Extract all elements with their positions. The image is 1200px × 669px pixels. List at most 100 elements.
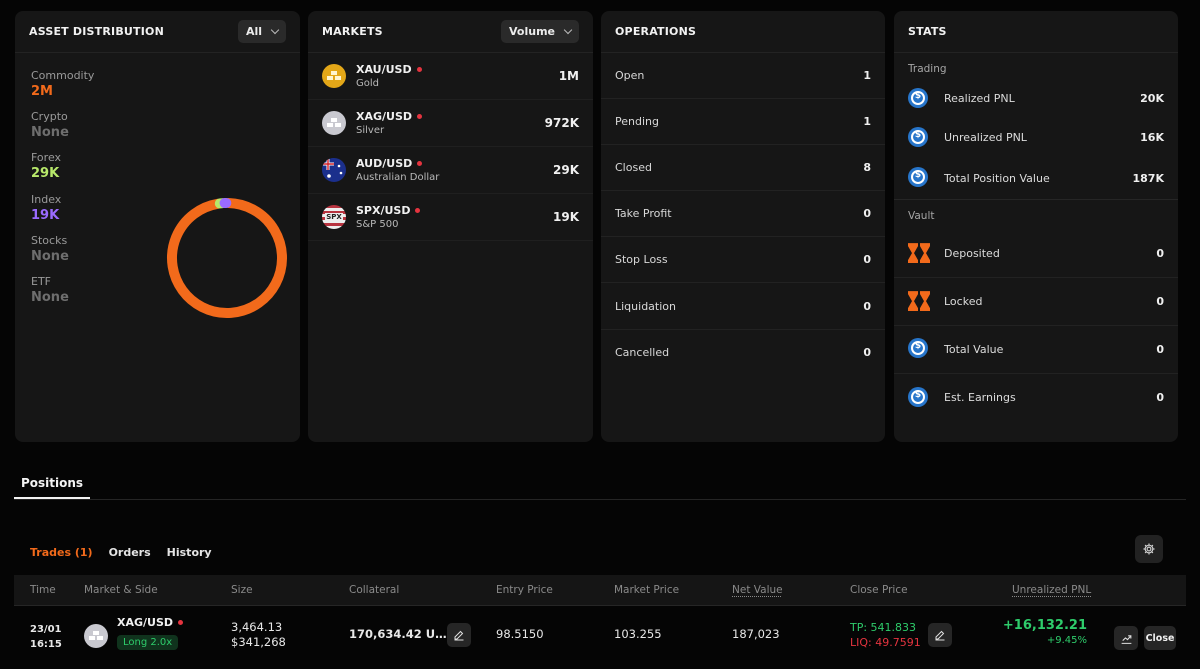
position-time-text: 16:15 [30,639,62,650]
asset-label: ETF [31,274,51,288]
position-collateral: 170,634.42 U… [349,627,447,641]
col-market-price: Market Price [614,584,680,596]
chevron-down-icon [563,25,573,35]
edit-close-price-button[interactable] [928,623,952,647]
markets-sort-dropdown[interactable]: Volume [501,20,579,43]
op-label: Pending [615,115,659,129]
liquidation-price: LIQ: 49.7591 [850,636,921,649]
asset-filter-value: All [245,25,262,38]
op-value: 0 [863,253,871,267]
vault-section-label: Vault [908,209,935,222]
asset-value: 2M [31,84,53,99]
markets-title: MARKETS [322,25,383,38]
pnl-amount: +16,132.21 [1002,618,1087,633]
asset-item-stocks: Stocks None [31,234,94,275]
market-row-xag[interactable]: XAG/USD Silver 972K [308,100,593,147]
op-label: Liquidation [615,299,676,313]
silver-bars-icon [322,111,346,135]
vault-icon [908,243,930,264]
share-position-button[interactable] [1114,626,1138,650]
market-volume: 19K [553,210,579,224]
asset-item-index: Index 19K [31,193,94,234]
positions-subtabs: Trades (1) Orders History [30,546,212,559]
stat-label: Unrealized PNL [944,131,1027,145]
op-label: Closed [615,161,652,175]
col-time: Time [30,584,56,596]
market-symbol-text: SPX/USD [356,204,411,217]
subtab-orders[interactable]: Orders [109,546,151,559]
market-symbol-text: AUD/USD [356,157,413,170]
position-net-value: 187,023 [732,627,780,641]
stat-label: Est. Earnings [944,391,1016,405]
stat-row-locked: Locked 0 [894,278,1178,326]
position-entry-price: 98.5150 [496,627,544,641]
market-row-aud[interactable]: AUD/USD Australian Dollar 29K [308,147,593,194]
asset-item-crypto: Crypto None [31,110,94,151]
stat-label: Realized PNL [944,92,1015,106]
usdc-icon: $ [908,167,930,189]
market-volume: 1M [558,69,579,83]
stat-label: Total Position Value [944,171,1050,185]
op-row-stop-loss: Stop Loss 0 [601,237,885,284]
market-info: AUD/USD Australian Dollar [356,157,553,183]
stat-row-realized-pnl: $ Realized PNL 20K [894,79,1178,118]
stat-row-total-position-value: $ Total Position Value 187K [894,158,1178,200]
chevron-down-icon [270,25,280,35]
close-position-button[interactable]: Close [1144,626,1176,650]
usdc-icon: $ [908,87,930,110]
subtab-trades[interactable]: Trades (1) [30,546,93,559]
position-close-price: TP: 541.833 LIQ: 49.7591 [850,620,921,650]
asset-item-commodity: Commodity 2M [31,69,94,110]
australia-flag-icon [322,158,346,182]
trading-section-label: Trading [908,63,947,75]
stat-row-unrealized-pnl: $ Unrealized PNL 16K [894,118,1178,157]
op-row-liquidation: Liquidation 0 [601,283,885,330]
op-label: Take Profit [615,207,672,221]
asset-distribution-list: Commodity 2M Crypto None Forex 29K Index… [31,69,94,316]
tab-positions[interactable]: Positions [14,466,90,499]
asset-distribution-title: ASSET DISTRIBUTION [29,25,164,38]
op-value: 1 [863,69,871,83]
op-value: 0 [863,346,871,360]
silver-bars-icon [84,624,108,648]
size-usd: $341,268 [231,635,286,649]
spx-icon-text: SPX [325,213,343,221]
market-row-spx[interactable]: SPX SPX/USD S&P 500 19K [308,194,593,241]
stat-label: Total Value [944,342,1004,356]
position-market-price: 103.255 [614,627,662,641]
col-entry-price: Entry Price [496,584,553,596]
asset-donut-chart [167,198,287,318]
operations-card: OPERATIONS Open 1 Pending 1 Closed 8 Take P… [601,11,885,442]
usdc-icon: $ [908,126,930,149]
operations-header: OPERATIONS [601,11,885,53]
position-time: 23/01 16:15 [30,622,62,652]
position-symbol-text: XAG/USD [117,616,174,629]
asset-filter-dropdown[interactable]: All [237,20,286,43]
size-amount: 3,464.13 [231,620,283,634]
share-chart-icon [1121,634,1131,644]
op-row-open: Open 1 [601,53,885,100]
positions-table: Time Market & Side Size Collateral Entry… [14,575,1186,662]
table-settings-button[interactable] [1135,535,1163,563]
market-name: S&P 500 [356,219,399,230]
stat-value: 0 [1156,391,1164,405]
op-row-cancelled: Cancelled 0 [601,330,885,376]
stat-row-est-earnings: $ Est. Earnings 0 [894,374,1178,422]
op-label: Open [615,69,645,83]
asset-distribution-header: ASSET DISTRIBUTION All [15,11,300,53]
market-symbol: XAU/USD [356,63,559,76]
edit-collateral-button[interactable] [447,623,471,647]
col-collateral: Collateral [349,584,400,596]
asset-value: None [31,289,69,305]
market-symbol: XAG/USD [356,110,545,123]
closed-status-dot [415,208,421,213]
closed-status-dot [416,67,422,72]
gear-icon [1143,543,1155,555]
col-close-price: Close Price [850,584,908,596]
op-row-take-profit: Take Profit 0 [601,191,885,238]
subtab-history[interactable]: History [167,546,212,559]
market-row-xau[interactable]: XAU/USD Gold 1M [308,53,593,100]
asset-item-etf: ETF None [31,275,94,316]
stat-value: 16K [1140,131,1164,145]
operations-title: OPERATIONS [615,25,697,38]
